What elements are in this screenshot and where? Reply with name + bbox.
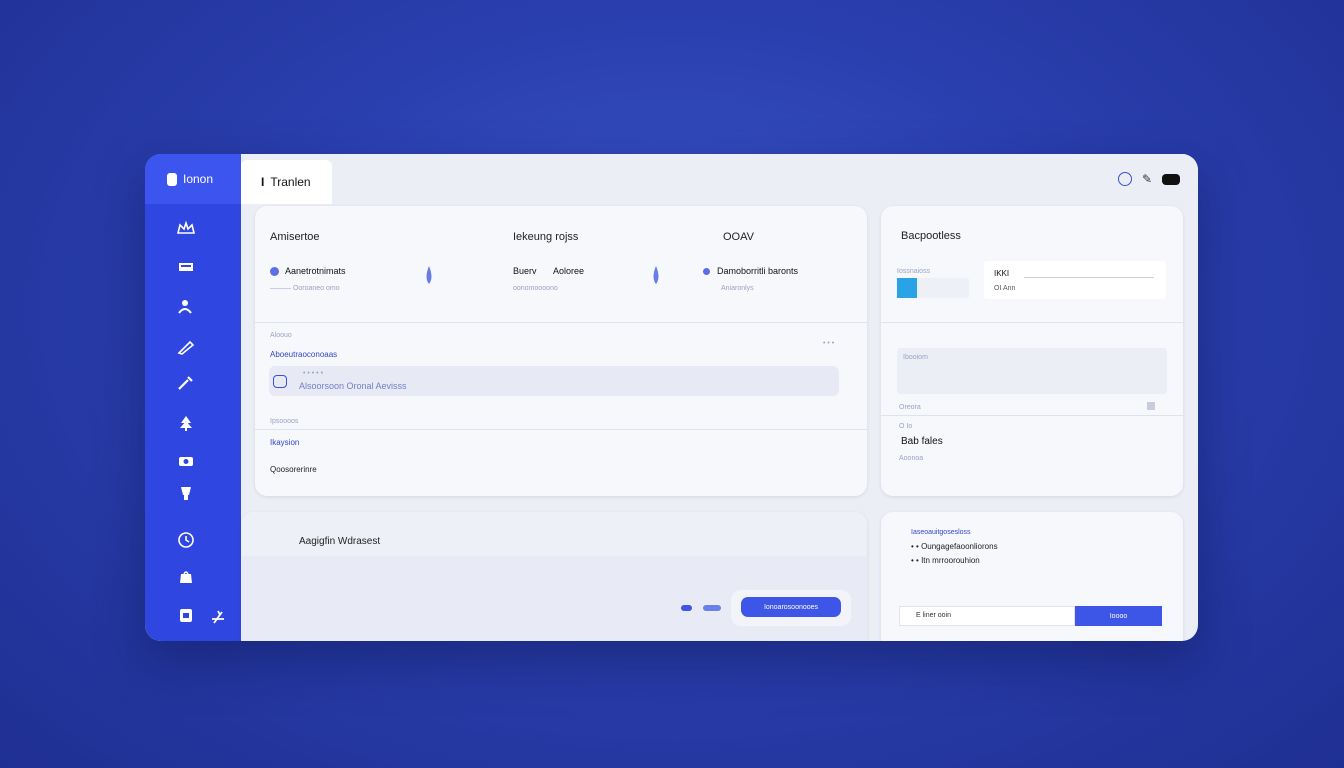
dot-icon [703, 267, 710, 275]
color-swatch [897, 278, 917, 298]
pen-icon[interactable] [175, 336, 197, 358]
col1-sub: ——— Ooroaneo omo [270, 285, 340, 292]
input-label: Ibooiom [903, 354, 928, 361]
bag-icon[interactable] [175, 566, 197, 588]
row-ikaysion[interactable]: Ikaysion [270, 438, 299, 447]
bullet-2[interactable]: • • Itn mrroorouhion [911, 556, 980, 565]
more-dots[interactable]: • • • [823, 340, 834, 347]
cup-icon[interactable] [175, 482, 197, 504]
right-small-label: Iossnaioss [897, 268, 931, 275]
brand[interactable]: Ionon [145, 154, 241, 204]
right-title: Bacpootless [901, 230, 961, 242]
clock-icon[interactable] [175, 529, 197, 551]
topbar-actions: ✎ [1117, 172, 1180, 186]
circle-icon[interactable] [1117, 172, 1132, 186]
value-label: Bab fales [901, 436, 943, 447]
col3-item-label: Damoborritli baronts [717, 266, 799, 276]
field-sub: OI Ann [994, 285, 1016, 292]
search-field[interactable]: • • • • • Alsoorsoon Oronal Aevisss [269, 366, 839, 396]
divider [255, 322, 867, 323]
col3-title: OOAV [723, 231, 754, 243]
input-text: Alsoorsoon Oronal Aevisss [299, 381, 407, 391]
right-card: Bacpootless Iossnaioss IKKI OI Ann Ibooi… [881, 206, 1183, 496]
field-line [1024, 277, 1154, 278]
row2-label: O Io [899, 423, 913, 430]
tab-tranlen[interactable]: I Tranlen [241, 160, 332, 204]
bullet-1[interactable]: • • Oungagefaoonliorons [911, 542, 998, 551]
toggle-dot-1[interactable] [681, 605, 692, 611]
app-window: Ionon I Tranlen ✎ Amisertoe Iekeung rojs… [145, 154, 1198, 641]
box-icon[interactable] [175, 604, 197, 626]
col2-item-a[interactable]: Buerv [513, 266, 537, 276]
button-wrap: Ionoarosoonooes [731, 590, 851, 626]
bottom-input-text: E liner ooin [916, 612, 952, 619]
logo-icon [167, 172, 177, 186]
col1-item[interactable]: Aanetrotnimats [270, 266, 346, 276]
tool-icon[interactable] [175, 372, 197, 394]
drop-icon [422, 264, 436, 286]
camera-icon[interactable] [175, 450, 197, 472]
submit-button[interactable]: Ioooo [1075, 606, 1162, 626]
bullet-2-label: Itn mrroorouhion [921, 556, 980, 565]
section-link[interactable]: Aboeutraoconoaas [270, 350, 337, 359]
bottom-header [241, 512, 867, 556]
brand-name: Ionon [183, 172, 214, 186]
topbar: I Tranlen ✎ [241, 154, 1198, 204]
bullet-dot: • • [911, 542, 919, 551]
value-field[interactable]: IKKI OI Ann [984, 261, 1166, 299]
col2-title: Iekeung rojss [513, 231, 579, 243]
input-dots: • • • • • [303, 370, 324, 377]
section-label: Aloouo [270, 332, 292, 339]
col2-sub: oonomoooono [513, 285, 558, 292]
field-label: IKKI [994, 269, 1010, 278]
user-icon[interactable] [175, 296, 197, 318]
bullet-dot: • • [911, 556, 919, 565]
row-label: Oreora [899, 404, 921, 411]
checkbox[interactable] [1147, 402, 1155, 410]
color-field[interactable] [897, 278, 969, 298]
divider [881, 322, 1183, 323]
col2-item-b[interactable]: Aoloree [553, 266, 584, 276]
bottom-card: Aagigfin Wdrasest Ionoarosoonooes [241, 512, 867, 641]
shield-icon [270, 266, 279, 276]
tab-label: Tranlen [270, 175, 311, 189]
bottom-title: Aagigfin Wdrasest [299, 536, 381, 547]
tree-icon[interactable] [175, 412, 197, 434]
value-sub: Aoonoa [899, 455, 924, 462]
row-qoosorerinre[interactable]: Qoosorerinre [270, 465, 317, 474]
pen-icon[interactable]: ✎ [1142, 172, 1152, 186]
pill-icon[interactable] [1162, 173, 1180, 185]
col3-sub: Aniaronlys [721, 285, 754, 292]
main-card: Amisertoe Iekeung rojss OOAV Aanetrotnim… [255, 206, 867, 496]
text-area[interactable]: Ibooiom [897, 348, 1167, 394]
toggle-dot-2[interactable] [703, 605, 721, 611]
col1-title: Amisertoe [270, 231, 320, 243]
settings-icon[interactable] [207, 606, 229, 628]
bottom-right-header: Iaseoauitgosesloss [911, 529, 971, 536]
col1-item-label: Aanetrotnimats [285, 266, 346, 276]
sidebar: Ionon [145, 154, 241, 641]
card-icon[interactable] [175, 256, 197, 278]
crown-icon[interactable] [175, 218, 197, 240]
sub-label: Ipsoooos [270, 418, 299, 425]
divider-2 [881, 415, 1183, 416]
col3-item[interactable]: Damoborritli baronts [703, 266, 798, 276]
bottom-input[interactable]: E liner ooin [899, 606, 1075, 626]
drop-icon-2 [649, 264, 663, 286]
divider-2 [255, 429, 867, 430]
bottom-right-card: Iaseoauitgosesloss • • Oungagefaoonlioro… [881, 512, 1183, 641]
bullet-1-label: Oungagefaoonliorons [921, 542, 998, 551]
primary-button[interactable]: Ionoarosoonooes [741, 597, 841, 617]
lock-icon [273, 375, 287, 388]
tab-icon: I [261, 175, 265, 189]
